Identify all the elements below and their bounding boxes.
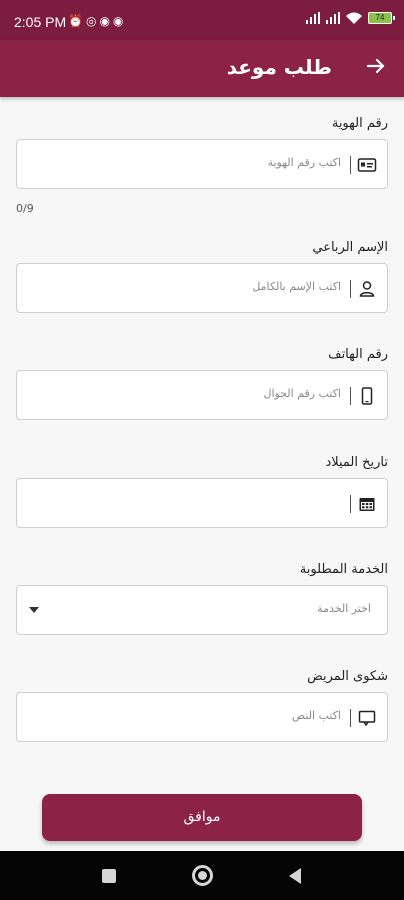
app-bar: طلب موعد: [0, 40, 404, 97]
calendar-icon: [359, 498, 375, 511]
home-icon[interactable]: [192, 865, 213, 886]
person-icon: [359, 281, 375, 297]
field-separator: [350, 156, 351, 174]
messenger-icon: ◉: [112, 14, 127, 28]
complaint-placeholder: اكتب النص: [291, 709, 341, 722]
id-number-label: رقم الهوية: [331, 116, 388, 131]
wifi-icon: [346, 12, 362, 24]
field-separator: [350, 387, 351, 405]
message-icon: [358, 710, 376, 727]
whatsapp-icon: ◎: [85, 14, 100, 28]
battery-level: 74: [375, 13, 385, 22]
field-separator: [350, 709, 351, 727]
battery-icon: 74: [368, 12, 395, 24]
phone-label: رقم الهاتف: [328, 347, 388, 362]
signal-icon: [326, 12, 340, 24]
service-select[interactable]: اختر الخدمة: [16, 585, 388, 635]
id-number-placeholder: اكتب رقم الهوية: [267, 156, 341, 169]
service-label: الخدمة المطلوبة: [299, 562, 388, 577]
status-bar: 2:05 PM ⏰◎◉◉ 74: [0, 0, 404, 40]
phone-field[interactable]: اكتب رقم الجوال: [16, 370, 388, 420]
back-icon[interactable]: [289, 868, 301, 884]
signal-icon: [306, 12, 320, 24]
phone-placeholder: اكتب رقم الجوال: [263, 387, 341, 400]
complaint-field[interactable]: اكتب النص: [16, 692, 388, 742]
id-card-icon: [357, 158, 377, 172]
complaint-label: شكوى المريض: [307, 669, 388, 684]
system-nav-bar: [0, 851, 404, 900]
submit-button[interactable]: موافق: [42, 794, 362, 841]
system-icons: 74: [306, 12, 395, 24]
birth-date-field[interactable]: [16, 478, 388, 528]
full-name-placeholder: اكتب الإسم بالكامل: [252, 280, 341, 293]
status-time: 2:05 PM: [14, 14, 67, 30]
id-number-counter: 0/9: [16, 202, 34, 215]
dropdown-arrow-icon: [29, 607, 39, 613]
messenger-icon: ◉: [99, 14, 113, 28]
field-separator: [350, 280, 351, 298]
id-number-field[interactable]: اكتب رقم الهوية: [16, 139, 388, 189]
notification-icons: ⏰◎◉◉: [68, 14, 126, 28]
alarm-icon: ⏰: [68, 14, 86, 28]
arrow-right-icon[interactable]: [364, 54, 388, 78]
recents-icon[interactable]: [102, 869, 116, 883]
field-separator: [350, 495, 351, 513]
page-title: طلب موعد: [226, 55, 332, 79]
full-name-field[interactable]: اكتب الإسم بالكامل: [16, 263, 388, 313]
birth-date-label: تاريخ الميلاد: [325, 455, 388, 470]
service-placeholder: اختر الخدمة: [317, 602, 371, 615]
full-name-label: الإسم الرباعي: [312, 240, 388, 255]
mobile-phone-icon: [361, 387, 373, 405]
